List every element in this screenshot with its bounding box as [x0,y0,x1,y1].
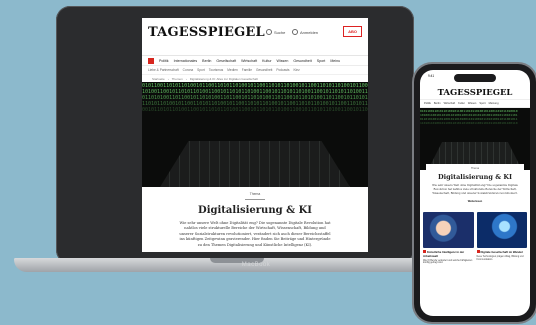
subnav-item[interactable]: Podcasts [276,68,289,72]
subnav-item[interactable]: Familie [242,68,252,72]
nav-item[interactable]: Kultur [262,59,271,63]
search-label: Suche [274,29,286,35]
breadcrumb: Startseite › Themen › Digitalisierung & KI… [142,75,368,82]
phone-topic-card: Thema Digitalisierung & KI Wie sehr unse… [426,164,524,204]
nav-item[interactable]: Sport [317,59,326,63]
phone-intro-text: Wie sehr unsere Welt ohne Digitalität en… [432,184,518,195]
teaser-image [423,212,474,249]
subnav-item[interactable]: Liebe & Partnerschaft [148,68,179,72]
nav-item[interactable]: Wissen [468,102,477,105]
nav-item[interactable]: Wirtschaft [241,59,257,63]
login-button[interactable]: Anmelden [292,29,318,35]
dynamic-island [454,74,496,82]
code-pattern: 1101011010010110011010110100101100110101… [420,121,518,125]
nav-item[interactable]: Berlin [202,59,211,63]
breadcrumb-item[interactable]: Startseite [152,77,165,81]
nav-item[interactable]: Kultur [458,102,465,105]
phone-hero-image: 0101100110101101001011001101011010010110… [420,108,530,170]
teaser-title: Digitale Gesellschaft im Wandel [476,250,528,255]
teaser-title-text: Digitale Gesellschaft im Wandel [480,250,523,255]
topic-intro-card: Thema Digitalisierung & KI Wie sehr unse… [156,188,354,252]
keyboard-image [160,141,350,187]
teaser-title: Künstliche Intelligenz in der Arbeitswel… [423,250,474,258]
nav-item[interactable]: Gesundheit [293,59,311,63]
sub-nav: Liebe & Partnerschaft Corona Sport Touri… [142,66,368,75]
tagesspiegel-mark-icon[interactable] [148,57,154,64]
teaser-image [476,212,527,249]
nav-item[interactable]: Meinu [330,59,340,63]
login-label: Anmelden [300,29,319,35]
nav-item[interactable]: Internationales [174,59,198,63]
plus-icon [476,250,480,254]
subnav-item[interactable]: Medien [227,68,237,72]
breadcrumb-separator: › [185,76,187,81]
phone-site-logo[interactable]: TAGESSPIEGEL [420,88,530,98]
phone-site-header: 9:41 TAGESSPIEGEL [420,70,530,100]
phone-nav: Politik Berlin Wirtschaft Kultur Wissen … [420,100,530,108]
nav-item[interactable]: Politik [159,59,169,63]
teaser-grid: Künstliche Intelligenz in der Arbeitswel… [420,209,530,265]
teaser-card[interactable]: Digitale Gesellschaft im Wandel Neue Tec… [476,212,528,265]
main-nav: Politik Internationales Berlin Gesellsch… [142,56,368,66]
plus-icon [423,250,426,254]
nav-item[interactable]: Politik [424,102,431,105]
subnav-item[interactable]: Sport [197,68,205,72]
status-time: 9:41 [428,74,435,78]
divider [245,199,265,200]
site-header: TAGESSPIEGEL Suche Anmelden ABO [142,18,368,56]
search-icon [266,29,272,35]
subnav-item[interactable]: Corona [183,68,193,72]
nav-item[interactable]: Gesellschaft [216,59,236,63]
nav-item[interactable]: Wirtschaft [444,102,456,105]
macbook-label: MacBook [241,262,271,268]
phone-screen: 9:41 TAGESSPIEGEL Politik Berlin Wirtsch… [420,70,530,316]
nav-item[interactable]: Berlin [434,102,441,105]
nav-item[interactable]: Meinung [489,102,499,105]
read-more-link[interactable]: Weiterlesen [426,200,524,203]
search-button[interactable]: Suche [266,29,285,35]
teaser-text: Wie KI Berufe verändert und welche Fähig… [423,259,473,265]
abo-button[interactable]: ABO [343,26,362,37]
teaser-card[interactable]: Künstliche Intelligenz in der Arbeitswel… [423,212,474,265]
intro-text: Wie sehr unsere Welt ohne Digitalität en… [179,221,331,247]
nav-item[interactable]: Sport [479,102,485,105]
breadcrumb-item: Digitalisierung & KI: Alles zur Digitale… [189,76,258,81]
breadcrumb-separator: › [167,76,169,81]
ressort-label: Thema [470,167,480,170]
page-title: Digitalisierung & KI [198,205,312,216]
site-logo[interactable]: TAGESSPIEGEL [148,25,265,40]
nav-item[interactable]: Wissen [277,59,289,63]
laptop-screen: TAGESSPIEGEL Suche Anmelden ABO Politik … [142,18,368,252]
breadcrumb-item[interactable]: Themen [172,77,183,81]
teaser-text: Neue Technologien prägen Alltag, Bildung… [476,255,524,261]
phone-page-title: Digitalisierung & KI [437,173,513,181]
subnav-item[interactable]: Tourismus [209,68,224,72]
ressort-label: Thema [249,192,261,196]
code-pattern: 0010110101101001100101101011010011001011… [142,107,368,113]
subnav-item[interactable]: Gesundheit [256,68,272,72]
subnav-item[interactable]: Kiez [293,68,299,72]
hero-image: 0101100110101101001011001101011010010110… [142,82,368,187]
teaser-title-text: Künstliche Intelligenz in der Arbeitswel… [423,250,465,258]
user-icon [292,29,298,35]
